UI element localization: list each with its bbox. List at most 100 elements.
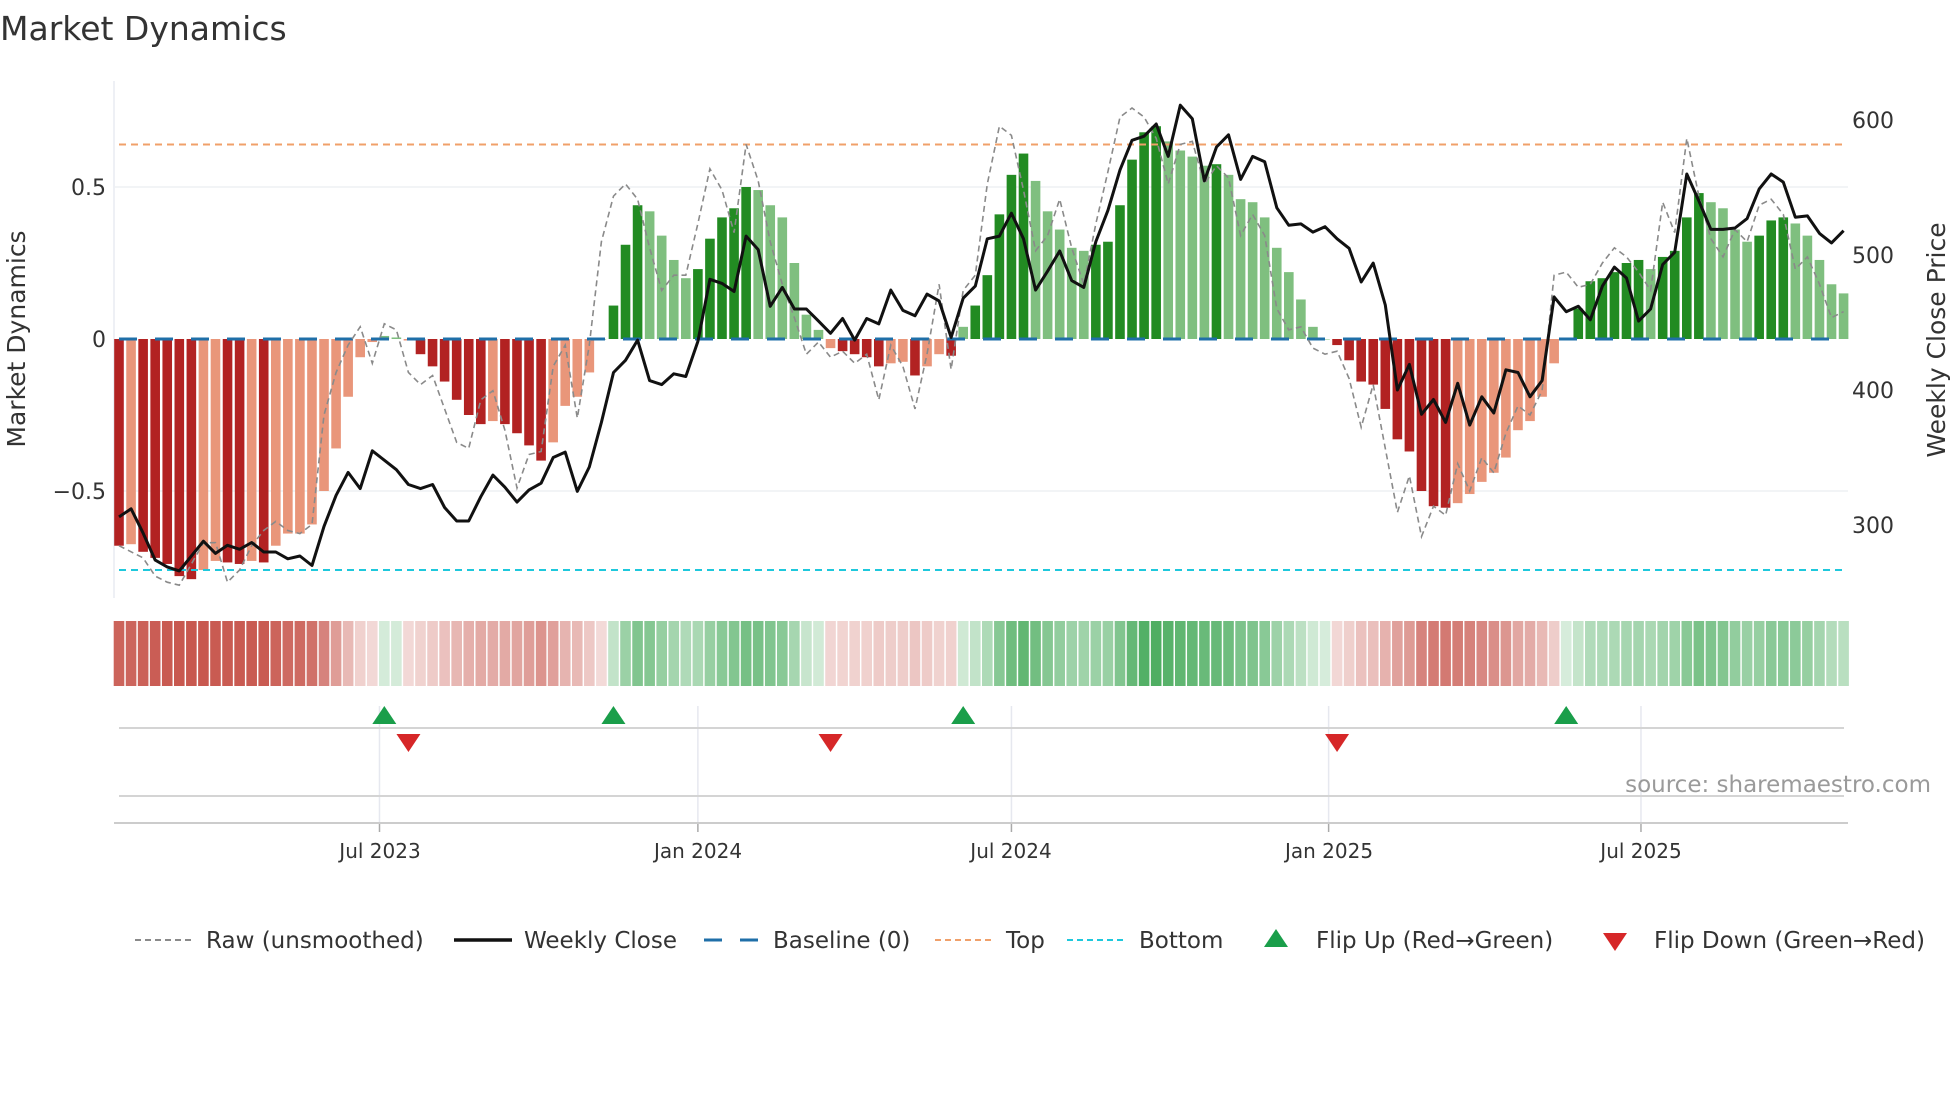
legend-item-flip-down[interactable]: Flip Down (Green→Red) [1603,928,1925,954]
regime-strip-cell [439,621,450,686]
regime-strip-cell [1777,621,1789,686]
regime-strip-cell [366,621,378,686]
dynamics-bar [668,259,679,339]
legend-item-bottom[interactable]: Bottom [1067,928,1223,954]
dynamics-bar [222,339,233,563]
regime-strip-cell [764,621,776,686]
regime-strip-cell [632,621,643,686]
dynamics-bar [970,305,981,339]
regime-strip-cell [499,621,511,686]
y2-tick-label: 400 [1852,379,1894,404]
regime-strip-cell [1223,621,1234,686]
x-tick-label: Jan 2025 [1283,839,1373,863]
legend-item-top[interactable]: Top [935,928,1045,954]
regime-strip-cell [1729,621,1741,686]
y-tick-label: 0.5 [71,176,106,201]
flip-up-marker [372,706,397,724]
regime-strip-cell [945,621,957,686]
legend-item-flip-up[interactable]: Flip Up (Red→Green) [1264,928,1553,954]
legend-label: Flip Up (Red→Green) [1316,928,1553,954]
legend-item-close[interactable]: Weekly Close [454,928,677,954]
regime-strip-cell [1404,621,1415,686]
dynamics-bar [1778,217,1789,339]
regime-strip-cell [354,621,366,686]
dynamics-bar [620,244,631,339]
dynamics-bar [1754,235,1764,339]
y2-tick-label: 600 [1852,109,1894,134]
regime-strip-cell [1102,621,1114,686]
regime-strip-cell [994,621,1005,686]
regime-strip-cell [1319,621,1331,686]
regime-strip-cell [1524,621,1536,686]
regime-strip-cell [1488,621,1500,686]
regime-strip-cell [1476,621,1488,686]
regime-strip-cell [1790,621,1801,686]
regime-strip-cell [198,621,209,686]
regime-strip-cell [415,621,426,686]
regime-strip-cell [1572,621,1584,686]
regime-strip-cell [186,621,197,686]
dynamics-bar [319,339,329,491]
regime-strip-cell [318,621,330,686]
regime-strip-cell [330,621,342,686]
regime-strip-cell [1597,621,1608,686]
legend-label: Bottom [1139,928,1223,954]
dynamics-bar [1513,339,1523,431]
dynamics-bar [210,339,221,561]
legend-item-raw[interactable]: Raw (unsmoothed) [135,928,424,954]
regime-strip-cell [740,621,752,686]
regime-strip-cell [1500,621,1512,686]
x-tick-label: Jul 2025 [1598,839,1681,863]
regime-strip-cell [596,621,607,686]
regime-strip-cell [861,621,873,686]
dynamics-bar [1428,339,1439,507]
dynamics-bar [1368,339,1379,385]
regime-strip-cell [1018,621,1029,686]
regime-strip-cell [1440,621,1451,686]
dynamics-bar [982,275,993,339]
dynamics-bar [1211,164,1222,339]
dynamics-bar [427,339,438,367]
dynamics-bar [801,314,812,339]
regime-strip-cell [849,621,860,686]
regime-strip-cell [789,621,800,686]
regime-strip-cell [1247,621,1258,686]
regime-strip-cell [692,621,704,686]
regime-strip-cell [644,621,655,686]
dynamics-bar [1802,235,1813,339]
dynamics-bar [1669,250,1680,339]
dynamics-bar [476,339,486,425]
source-label: source: sharemaestro.com [1625,772,1931,798]
regime-strip-cell [1621,621,1632,686]
dynamics-bar [1103,241,1113,339]
regime-strip-cell [1717,621,1729,686]
regime-strip-cell [306,621,318,686]
dynamics-bar [463,339,474,415]
dynamics-bar [1549,339,1559,364]
regime-strip-cell [728,621,740,686]
regime-strip-cell [1681,621,1693,686]
regime-strip-cell [1187,621,1198,686]
regime-strip-cell [1464,621,1476,686]
legend-item-baseline[interactable]: Baseline (0) [704,928,910,954]
dynamics-bar [1356,339,1366,382]
dynamics-bar [717,217,727,339]
regime-strip-cell [1452,621,1463,686]
dynamics-bar [500,339,510,425]
dynamics-bar [391,337,402,339]
dynamics-bar [1682,217,1692,339]
regime-strip-cell [825,621,836,686]
dynamics-bar [1332,339,1342,346]
regime-strip-cell [270,621,282,686]
dynamics-bar [1271,247,1282,339]
legend-label: Baseline (0) [773,928,910,954]
dynamics-bar [1525,339,1535,422]
dynamics-bar [270,339,281,546]
regime-strip-cell [210,621,221,686]
dynamics-bar [283,339,293,534]
regime-strip-cell [1741,621,1753,686]
dynamics-bar [1694,193,1704,339]
dynamics-bar [1187,156,1198,339]
dynamics-bars [114,126,1849,580]
dynamics-bar [1344,339,1354,361]
